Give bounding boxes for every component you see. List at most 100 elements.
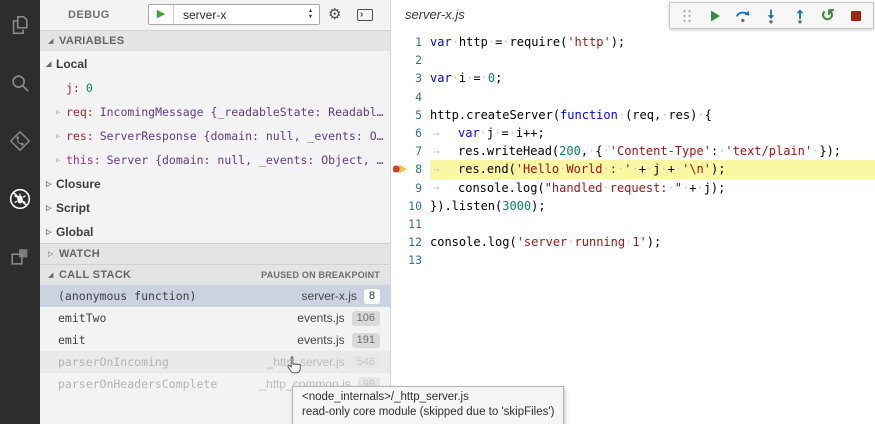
code-token: 'text/plain' [725, 144, 812, 158]
breakpoint-gutter[interactable] [391, 106, 408, 124]
configure-gear-icon[interactable]: ⚙ [328, 5, 341, 23]
code-line-content[interactable]: →console.log("handled·request:·"·+·j); [430, 179, 875, 197]
scope-row[interactable]: ◢Local [40, 52, 390, 76]
space-whitespace-icon: · [494, 126, 501, 140]
select-spinner-icon[interactable]: ▲▼ [302, 9, 319, 20]
code-line[interactable]: 13 [391, 251, 875, 269]
stack-frame[interactable]: emitTwoevents.js106 [40, 307, 390, 329]
line-number: 2 [408, 53, 430, 67]
code-line[interactable]: 10}).listen(3000); [391, 197, 875, 215]
code-line[interactable]: 4 [391, 88, 875, 106]
breakpoint-gutter[interactable] [391, 233, 408, 251]
code-line-content[interactable] [430, 51, 875, 69]
files-icon [9, 14, 31, 36]
space-whitespace-icon: · [502, 35, 509, 49]
call-stack-section-header[interactable]: ◢ CALL STACK PAUSED ON BREAKPOINT [40, 264, 390, 285]
space-whitespace-icon: · [618, 108, 625, 122]
code-line[interactable]: 7→res.writeHead(200,·{·'Content-Type':·'… [391, 142, 875, 160]
start-debug-button[interactable]: ▶ [149, 5, 174, 24]
activity-explorer[interactable] [0, 8, 40, 42]
scope-row[interactable]: ▷Script [40, 196, 390, 220]
breakpoint-gutter[interactable] [391, 51, 408, 69]
space-whitespace-icon: · [617, 162, 624, 176]
code-line-content[interactable] [430, 215, 875, 233]
stack-frame[interactable]: (anonymous function)server-x.js8 [40, 285, 390, 307]
code-line-content[interactable]: http.createServer(function·(req,·res)·{ [430, 106, 875, 124]
drag-grip-button[interactable] [678, 7, 696, 25]
restart-button[interactable]: ↺ [819, 7, 837, 25]
scope-label: Global [56, 225, 93, 239]
code-token: 'Content-Type' [610, 144, 711, 158]
code-line-content[interactable]: →var·j·=·i++; [430, 124, 875, 142]
stack-frame[interactable]: emitevents.js191 [40, 329, 390, 351]
space-whitespace-icon: · [603, 181, 610, 195]
code-token: var [430, 71, 452, 85]
code-line-content[interactable] [430, 251, 875, 269]
breakpoint-gutter[interactable] [391, 215, 408, 233]
step-over-button[interactable] [734, 7, 752, 25]
frame-line-badge: 106 [352, 311, 380, 326]
code-area[interactable]: 1var·http·=·require('http');23var·i·=·0;… [391, 33, 875, 269]
breakpoint-gutter[interactable] [391, 142, 408, 160]
code-line[interactable]: 11 [391, 215, 875, 233]
code-line[interactable]: 3var·i·=·0; [391, 69, 875, 87]
twisty-expanded-icon: ◢ [48, 271, 59, 279]
scope-row[interactable]: ▷Global [40, 220, 390, 244]
code-line-content[interactable]: var·http·=·require('http'); [430, 33, 875, 51]
breakpoint-gutter[interactable] [391, 179, 408, 197]
code-line[interactable]: 2 [391, 51, 875, 69]
debug-console-icon[interactable]: › [357, 9, 373, 21]
step-into-button[interactable] [762, 7, 780, 25]
code-line[interactable]: 5http.createServer(function·(req,·res)·{ [391, 106, 875, 124]
code-line[interactable]: 1var·http·=·require('http'); [391, 33, 875, 51]
continue-button[interactable] [706, 7, 724, 25]
frame-line-badge: 8 [364, 289, 380, 304]
variable-row[interactable]: ▷this:Server {domain: null, _events: Obj… [40, 148, 390, 172]
breakpoint-gutter[interactable] [391, 251, 408, 269]
breakpoint-gutter[interactable] [391, 160, 408, 178]
code-token: 0 [488, 71, 495, 85]
space-whitespace-icon: · [452, 71, 459, 85]
code-line-content[interactable]: console.log('server·running·1'); [430, 233, 875, 251]
code-token: var [430, 35, 452, 49]
variable-row[interactable]: ▷req:IncomingMessage {_readableState: Re… [40, 100, 390, 124]
code-token: res.writeHead( [458, 144, 559, 158]
watch-section-header[interactable]: ▷ WATCH [40, 243, 390, 264]
sidebar-title: DEBUG [68, 9, 110, 21]
code-line[interactable]: 8→res.end('Hello·World·:·'·+·j·+·'\n'); [391, 160, 875, 178]
launch-config-select[interactable]: ▶ server-x ▲▼ [148, 4, 320, 25]
activity-source-control[interactable] [0, 124, 40, 158]
code-line[interactable]: 9→console.log("handled·request:·"·+·j); [391, 179, 875, 197]
stop-button[interactable] [847, 7, 865, 25]
twisty-expanded-icon: ◢ [46, 60, 56, 68]
code-token: ); [711, 162, 725, 176]
step-out-button[interactable] [791, 7, 809, 25]
variable-row[interactable]: j:0 [40, 76, 390, 100]
variable-row[interactable]: ▷res:ServerResponse {domain: null, _even… [40, 124, 390, 148]
line-number: 8 [408, 162, 430, 176]
breakpoint-gutter[interactable] [391, 124, 408, 142]
variables-section-header[interactable]: ◢ VARIABLES [40, 30, 390, 51]
editor-file-title[interactable]: server-x.js [405, 7, 465, 22]
space-whitespace-icon: · [488, 35, 495, 49]
stack-frame[interactable]: parserOnIncoming_http_server.js546 [40, 351, 390, 373]
code-line[interactable]: 12console.log('server·running·1'); [391, 233, 875, 251]
code-line-content[interactable] [430, 88, 875, 106]
space-whitespace-icon: · [588, 144, 595, 158]
code-line-content[interactable]: var·i·=·0; [430, 69, 875, 87]
code-line[interactable]: 6→var·j·=·i++; [391, 124, 875, 142]
code-line-content[interactable]: }).listen(3000); [430, 197, 875, 215]
breakpoint-gutter[interactable] [391, 197, 408, 215]
debug-toolbar: ↺ [669, 2, 874, 29]
breakpoint-gutter[interactable] [391, 69, 408, 87]
activity-extensions[interactable] [0, 240, 40, 274]
breakpoint-gutter[interactable] [391, 88, 408, 106]
activity-search[interactable] [0, 66, 40, 100]
space-whitespace-icon: · [682, 181, 689, 195]
code-line-content[interactable]: →res.writeHead(200,·{·'Content-Type':·'t… [430, 142, 875, 160]
activity-debug[interactable] [0, 182, 40, 216]
scope-row[interactable]: ▷Closure [40, 172, 390, 196]
code-line-content[interactable]: →res.end('Hello·World·:·'·+·j·+·'\n'); [430, 160, 875, 178]
space-whitespace-icon: · [661, 108, 668, 122]
breakpoint-gutter[interactable] [391, 33, 408, 51]
